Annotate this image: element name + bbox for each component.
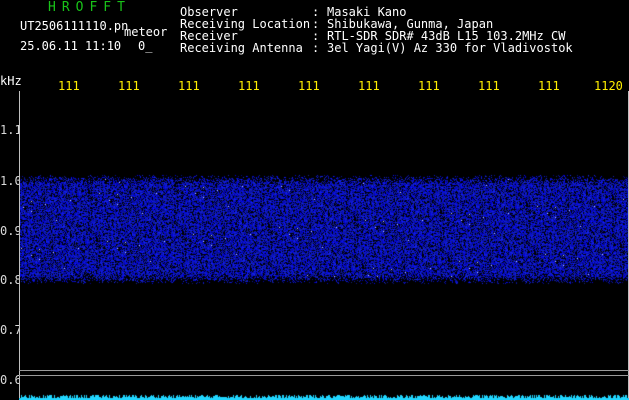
info-sep: : [312,41,320,55]
file-type: meteor [124,25,168,39]
plot-frame [19,91,629,398]
reference-line [19,370,629,371]
info-key-antenna: Receiving Antenna [180,41,303,55]
date-time: 25.06.11 11:10 [20,39,122,53]
reference-line [19,375,629,376]
file-name: UT2506111110.pn [20,19,129,33]
app-brand: HROFFT [48,0,131,15]
event-count: 0_ [138,39,153,53]
info-value-antenna: 3el Yagi(V) Az 330 for Vladivostok [327,41,573,55]
y-axis-unit: kHz [0,74,22,88]
